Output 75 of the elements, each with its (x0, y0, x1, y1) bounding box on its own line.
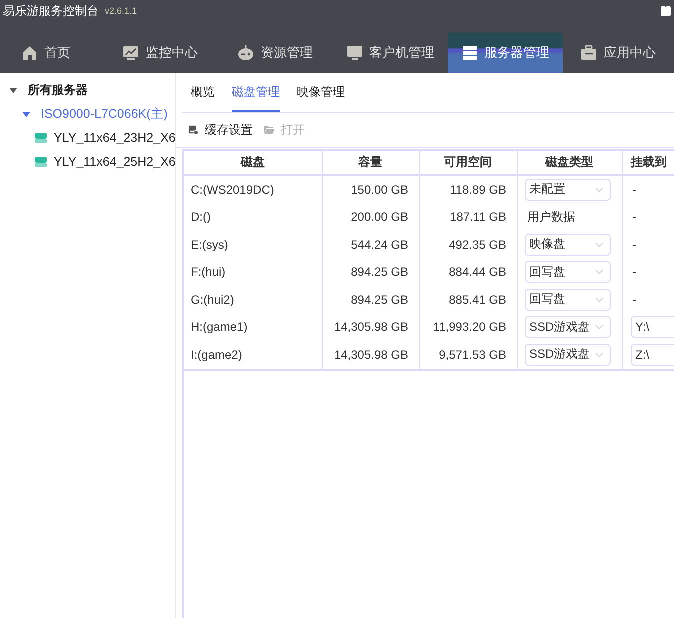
table-cell: 187.11 GB (419, 204, 517, 231)
tab[interactable]: 概览 (191, 73, 215, 112)
tree-item[interactable]: YLY_11x64_25H2_X6 (35, 154, 176, 170)
column-header: 可用空间 (419, 150, 517, 175)
server-icon (462, 45, 478, 61)
caret-icon[interactable] (22, 110, 31, 118)
drive-icon (188, 125, 199, 135)
table-cell: 885.41 GB (419, 286, 517, 314)
table-cell: - (622, 286, 674, 314)
nav-tab[interactable]: 客户机管理 (333, 33, 448, 73)
robot-icon (238, 45, 254, 61)
chevron-down-icon (594, 242, 604, 248)
table-cell: C:(WS2019DC) (184, 175, 322, 204)
version-label: v2.6.1.1 (105, 5, 138, 18)
table-cell: 118.89 GB (419, 175, 517, 204)
nav-tab[interactable]: 监控中心 (103, 33, 218, 73)
disk-type-select[interactable]: SSD游戏盘 (524, 344, 610, 366)
folder-icon (264, 125, 275, 135)
caret-icon[interactable] (9, 86, 18, 94)
nav-tab[interactable]: 首页 (0, 33, 92, 73)
monitor-chart-icon (123, 45, 139, 61)
table-cell: - (622, 258, 674, 286)
table-cell: 894.25 GB (322, 258, 419, 286)
cache-settings-button[interactable]: 缓存设置 (187, 120, 254, 140)
mount-path-field[interactable]: Z:\ (630, 344, 674, 366)
nav-tab[interactable]: 应用中心 (563, 33, 674, 73)
nav-tab[interactable]: 资源管理 (218, 33, 333, 73)
table-cell: 884.44 GB (419, 258, 517, 286)
table-cell: E:(sys) (184, 231, 322, 258)
column-header: 磁盘类型 (517, 150, 622, 175)
table-cell: 用户数据 (517, 204, 622, 231)
tree-item[interactable]: ISO9000-L7C066K(主) (22, 106, 168, 122)
table-cell: 150.00 GB (322, 175, 419, 204)
disk-type-select[interactable]: SSD游戏盘 (524, 316, 610, 338)
table-cell: H:(game1) (184, 314, 322, 341)
box-icon (581, 45, 597, 61)
shirt-icon[interactable] (660, 5, 672, 17)
column-header: 容量 (322, 150, 419, 175)
server-icon (35, 133, 47, 143)
disk-type-select[interactable]: 映像盘 (524, 234, 610, 256)
table-cell: - (622, 231, 674, 258)
chevron-down-icon (594, 352, 604, 358)
app-title: 易乐游服务控制台 (3, 4, 99, 19)
table-cell: - (622, 175, 674, 204)
nav-tab[interactable]: 服务器管理 (448, 33, 563, 73)
table-cell: 14,305.98 GB (322, 341, 419, 370)
server-icon (35, 157, 47, 167)
home-icon (22, 45, 38, 61)
disk-type-select[interactable]: 回写盘 (524, 261, 610, 284)
table-cell: 544.24 GB (322, 231, 419, 258)
disk-type-select[interactable]: 回写盘 (524, 288, 610, 311)
table-cell: D:() (184, 204, 322, 231)
tab[interactable]: 磁盘管理 (232, 73, 280, 112)
chevron-down-icon (594, 186, 604, 193)
table-cell: 11,993.20 GB (419, 314, 517, 341)
chevron-down-icon (594, 269, 604, 276)
table-cell: 14,305.98 GB (322, 314, 419, 341)
tree-item[interactable]: 所有服务器 (9, 82, 88, 98)
chevron-down-icon (594, 296, 604, 303)
monitor-icon (346, 45, 362, 61)
table-cell: 9,571.53 GB (419, 341, 517, 370)
tab[interactable]: 映像管理 (297, 73, 345, 112)
table-cell: 894.25 GB (322, 286, 419, 314)
table-cell: I:(game2) (184, 341, 322, 370)
table-cell: 492.35 GB (419, 231, 517, 258)
column-header: 磁盘 (184, 150, 322, 175)
table-cell: - (622, 204, 674, 231)
table-cell: F:(hui) (184, 258, 322, 286)
chevron-down-icon (594, 324, 604, 330)
tree-item[interactable]: YLY_11x64_23H2_X6 (35, 130, 176, 146)
table-cell: G:(hui2) (184, 286, 322, 314)
column-header: 挂载到 (622, 150, 674, 175)
disk-type-select[interactable]: 未配置 (524, 178, 610, 201)
table-cell: 200.00 GB (322, 204, 419, 231)
mount-path-field[interactable]: Y:\ (630, 316, 674, 338)
